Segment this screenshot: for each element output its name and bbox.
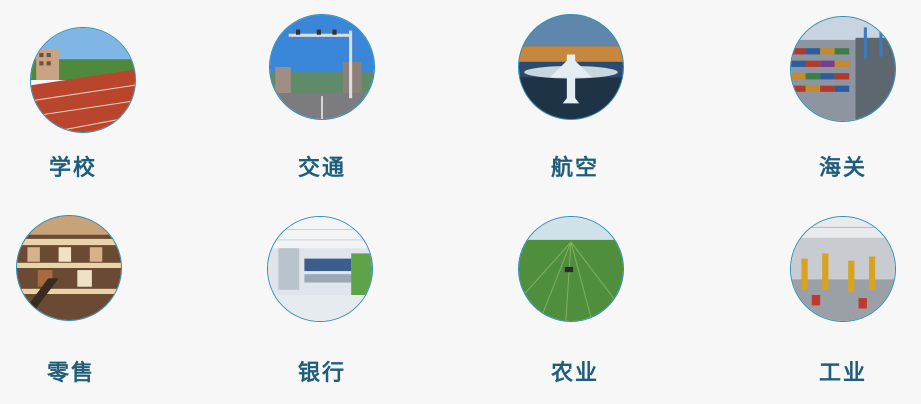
school-running-track-photo: [30, 27, 136, 133]
industry-tile-bank[interactable]: 银行: [250, 200, 400, 390]
airport-terminal-photo: [518, 14, 624, 120]
customs-container-port-photo: [790, 16, 896, 122]
agriculture-green-field-photo: [518, 216, 624, 322]
industry-tile-school[interactable]: 学校: [0, 0, 150, 190]
industry-label-agriculture: 农业: [550, 360, 599, 386]
retail-shopping-mall-photo: [16, 215, 122, 321]
industry-label-aviation: 航空: [550, 155, 599, 181]
industry-label-retail: 零售: [46, 360, 95, 386]
industry-tile-retail[interactable]: 零售: [0, 200, 150, 390]
industry-tile-industry[interactable]: 工业: [770, 200, 920, 390]
industry-label-school: 学校: [48, 155, 97, 181]
industry-tile-customs[interactable]: 海关: [770, 0, 920, 190]
traffic-road-signal-photo: [269, 14, 375, 120]
bank-office-interior-photo: [267, 216, 373, 322]
industry-tile-aviation[interactable]: 航空: [500, 0, 650, 190]
industry-tile-traffic[interactable]: 交通: [250, 0, 400, 190]
industry-label-industry: 工业: [818, 360, 867, 386]
industry-label-traffic: 交通: [297, 155, 346, 181]
industrial-robot-factory-photo: [790, 216, 896, 322]
industry-tile-agriculture[interactable]: 农业: [500, 200, 650, 390]
industry-label-customs: 海关: [818, 155, 867, 181]
industry-label-bank: 银行: [297, 360, 346, 386]
